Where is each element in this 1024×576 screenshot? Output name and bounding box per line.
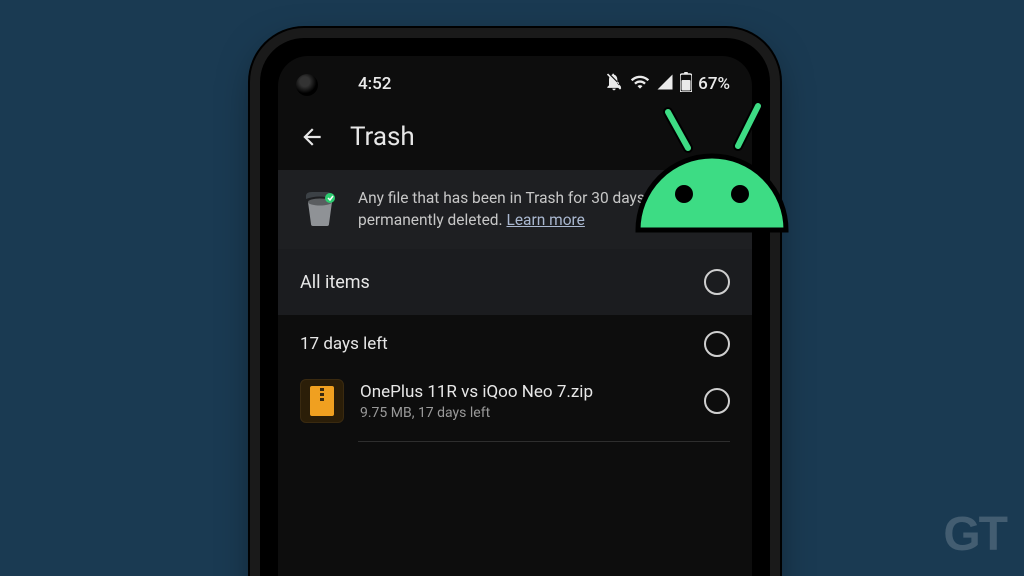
file-meta: 9.75 MB, 17 days left (360, 405, 688, 421)
wifi-icon (630, 72, 650, 97)
zip-file-icon (300, 379, 344, 423)
trash-icon (300, 188, 340, 228)
signal-icon (656, 73, 674, 96)
android-mascot-icon (620, 100, 800, 250)
battery-percent: 67% (698, 74, 730, 94)
all-items-row[interactable]: All items (278, 249, 752, 315)
all-items-radio[interactable] (704, 269, 730, 295)
file-name: OnePlus 11R vs iQoo Neo 7.zip (360, 382, 688, 402)
page-title: Trash (350, 122, 415, 152)
section-header[interactable]: 17 days left (278, 315, 752, 369)
notifications-off-icon (604, 72, 624, 97)
clock: 4:52 (358, 74, 391, 94)
watermark: GT (943, 507, 1006, 562)
all-items-label: All items (300, 272, 370, 293)
battery-icon (680, 72, 692, 97)
file-row[interactable]: OnePlus 11R vs iQoo Neo 7.zip 9.75 MB, 1… (278, 369, 752, 441)
status-icons: 67% (604, 72, 730, 97)
front-camera (296, 74, 318, 96)
file-radio[interactable] (704, 388, 730, 414)
divider (358, 441, 730, 442)
section-radio[interactable] (704, 331, 730, 357)
section-label: 17 days left (300, 334, 388, 354)
file-info: OnePlus 11R vs iQoo Neo 7.zip 9.75 MB, 1… (360, 382, 688, 420)
learn-more-link[interactable]: Learn more (506, 211, 584, 229)
status-bar: 4:52 67% (278, 56, 752, 104)
back-icon[interactable] (298, 123, 326, 151)
